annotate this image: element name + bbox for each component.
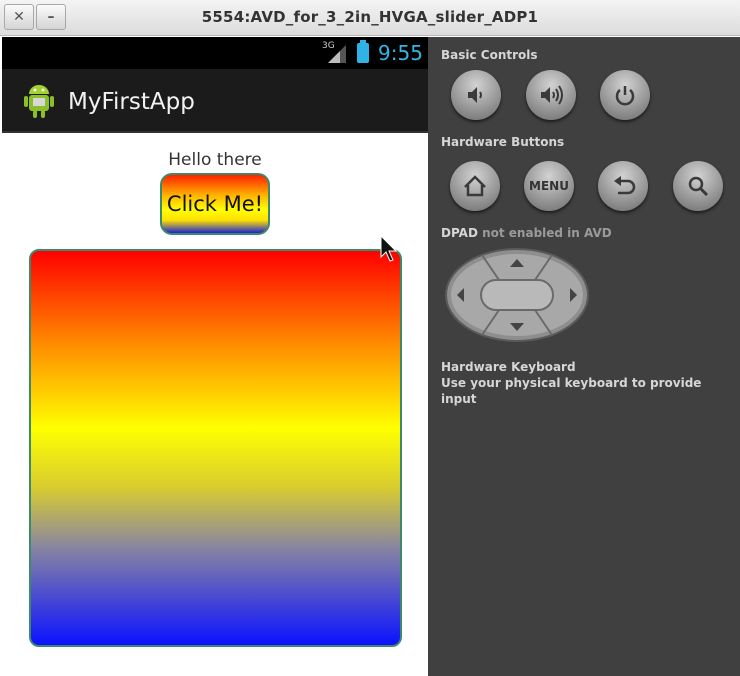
home-icon bbox=[464, 175, 486, 197]
battery-icon bbox=[357, 40, 369, 63]
gradient-panel bbox=[29, 249, 402, 647]
emulator-controls-panel: Basic Controls Hardware Buttons MENU DPA… bbox=[428, 37, 740, 676]
back-button[interactable] bbox=[598, 161, 648, 211]
home-button[interactable] bbox=[450, 161, 500, 211]
back-icon bbox=[614, 176, 636, 195]
hardware-keyboard-section: Hardware Keyboard Use your physical keyb… bbox=[441, 359, 740, 407]
android-icon[interactable] bbox=[22, 83, 56, 119]
power-button[interactable] bbox=[600, 70, 650, 120]
app-title: MyFirstApp bbox=[68, 89, 195, 115]
power-icon bbox=[615, 86, 635, 106]
volume-down-icon bbox=[468, 87, 482, 103]
dpad-note: not enabled in AVD bbox=[482, 226, 612, 240]
signal-icon bbox=[328, 45, 346, 63]
status-clock: 9:55 bbox=[378, 41, 423, 65]
dpad-control[interactable] bbox=[444, 247, 590, 343]
device-screen: 3G 9:55 MyFirstApp Hello there Click Me! bbox=[2, 37, 428, 676]
menu-button-label: MENU bbox=[529, 179, 569, 193]
volume-up-icon bbox=[541, 85, 563, 105]
dpad-title-label: DPAD bbox=[441, 226, 478, 240]
search-button[interactable] bbox=[673, 161, 723, 211]
mouse-pointer-icon bbox=[380, 235, 398, 262]
search-icon bbox=[688, 176, 709, 197]
action-bar: MyFirstApp bbox=[2, 69, 428, 133]
basic-controls-title: Basic Controls bbox=[441, 48, 538, 62]
dpad-title: DPAD not enabled in AVD bbox=[441, 226, 612, 240]
window-title: 5554:AVD_for_3_2in_HVGA_slider_ADP1 bbox=[201, 8, 539, 26]
app-content: Hello there Click Me! bbox=[2, 135, 428, 676]
volume-down-button[interactable] bbox=[451, 70, 501, 120]
click-me-button[interactable]: Click Me! bbox=[160, 173, 270, 235]
hardware-buttons-title: Hardware Buttons bbox=[441, 135, 565, 149]
volume-up-button[interactable] bbox=[526, 70, 576, 120]
title-bar: ✕ – 5554:AVD_for_3_2in_HVGA_slider_ADP1 bbox=[0, 0, 740, 36]
menu-button[interactable]: MENU bbox=[524, 161, 574, 211]
hardware-keyboard-note: Use your physical keyboard to provide in… bbox=[441, 376, 702, 406]
status-bar: 3G 9:55 bbox=[2, 37, 428, 69]
greeting-text: Hello there bbox=[168, 150, 262, 170]
hardware-keyboard-title: Hardware Keyboard bbox=[441, 360, 576, 374]
emulator-window: ✕ – 5554:AVD_for_3_2in_HVGA_slider_ADP1 … bbox=[0, 0, 740, 676]
